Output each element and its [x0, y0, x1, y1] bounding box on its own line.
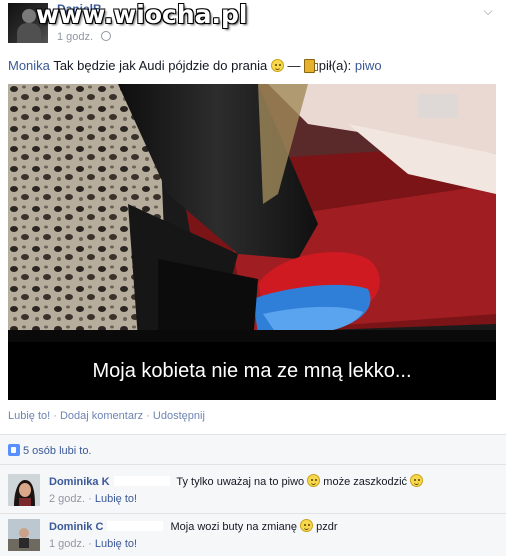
comment-like-link[interactable]: Lubię to!	[95, 538, 137, 550]
comment-text-after: pzdr	[316, 521, 338, 533]
likes-count[interactable]: 5 osób lubi to.	[23, 445, 92, 457]
chevron-down-icon[interactable]: ⌵	[480, 4, 496, 18]
post-actions: Lubię to! · Dodaj komentarz · Udostępnij	[8, 410, 205, 422]
status-text: Monika Tak będzie jak Audi pójdzie do pr…	[8, 58, 382, 73]
comment-meta: 2 godz. · Lubię to!	[49, 493, 138, 505]
commenter-avatar[interactable]	[8, 474, 40, 506]
photo-caption: Moja kobieta nie ma ze mną lekko...	[8, 342, 496, 400]
comment-meta: 1 godz. · Lubię to!	[49, 538, 138, 550]
separator: ·	[50, 410, 60, 422]
comment-text: Moja wozi buty na zmianę	[170, 521, 298, 533]
like-link[interactable]: Lubię to!	[8, 410, 50, 422]
commenter-name[interactable]: Dominika K	[49, 476, 110, 488]
activity-object[interactable]: piwo	[355, 58, 382, 73]
commenter-avatar[interactable]	[8, 519, 40, 551]
activity-label: pił(a):	[318, 58, 352, 73]
share-link[interactable]: Udostępnij	[153, 410, 205, 422]
comment-text-after: może zaszkodzić	[323, 476, 408, 488]
likes-summary[interactable]: 5 osób lubi to.	[8, 444, 92, 457]
watermark: www.wiocha.pl	[36, 0, 248, 29]
separator: ·	[143, 410, 153, 422]
grin-icon	[300, 519, 314, 532]
globe-icon	[101, 31, 111, 41]
commenter-name[interactable]: Dominik C	[49, 521, 103, 533]
comment-time[interactable]: 2 godz.	[49, 493, 85, 505]
smile-icon	[270, 59, 284, 72]
comment-time[interactable]: 1 godz.	[49, 538, 85, 550]
post-time[interactable]: 1 godz.	[57, 31, 93, 43]
divider	[0, 513, 506, 514]
redacted-surname	[107, 521, 164, 531]
comment-body: Dominika K Ty tylko uważaj na to piwo mo…	[49, 474, 424, 488]
comment-item: Dominik C Moja wozi buty na zmianę pzdr …	[8, 519, 498, 556]
tagged-person[interactable]: Monika	[8, 58, 50, 73]
smile-icon	[307, 474, 321, 487]
divider	[0, 464, 506, 465]
redacted-surname	[113, 476, 170, 486]
comment-body: Dominik C Moja wozi buty na zmianę pzdr	[49, 519, 338, 533]
beer-icon	[304, 59, 319, 73]
comment-link[interactable]: Dodaj komentarz	[60, 410, 143, 422]
smile-icon	[410, 474, 424, 487]
status-message: Tak będzie jak Audi pójdzie do prania	[53, 58, 268, 73]
status-dash: —	[287, 58, 301, 73]
like-icon	[8, 444, 20, 456]
feedback-box: 5 osób lubi to. Dominika K Ty tylko uważ…	[0, 434, 506, 556]
facebook-post: DanielB 1 godz. ⌵ www.wiocha.pl Monika T…	[0, 0, 506, 556]
post-photo[interactable]: Moja kobieta nie ma ze mną lekko...	[8, 84, 496, 400]
comment-text: Ty tylko uważaj na to piwo	[176, 476, 305, 488]
avatar-head	[22, 9, 36, 23]
comment-like-link[interactable]: Lubię to!	[95, 493, 137, 505]
comment-item: Dominika K Ty tylko uważaj na to piwo mo…	[8, 474, 498, 512]
